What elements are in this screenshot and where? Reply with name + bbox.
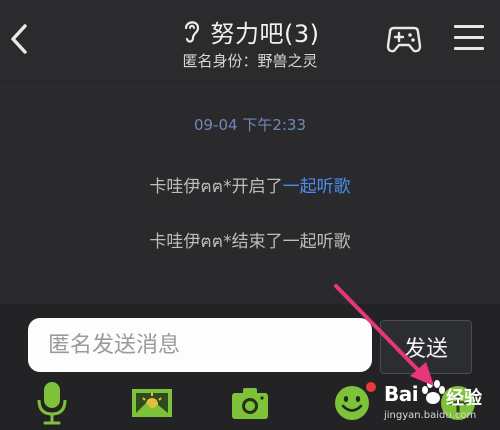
system-message: 卡哇伊ฅฅ*结束了一起听歌	[149, 232, 351, 252]
page-title: 努力吧(3)	[210, 19, 320, 48]
watermark-suffix: 经验	[446, 388, 482, 409]
watermark-brand: Bai	[384, 382, 419, 406]
notification-badge	[366, 382, 376, 392]
paw-icon	[422, 380, 445, 404]
picture-icon	[132, 389, 172, 417]
chat-area[interactable]: 09-04 下午2:33 卡哇伊ฅฅ*开启了一起听歌 卡哇伊ฅฅ*结束了一起听歌	[0, 82, 500, 304]
camera-icon	[232, 388, 268, 419]
hamburger-menu-icon	[454, 25, 484, 28]
send-button[interactable]: 发送	[380, 320, 472, 374]
chevron-left-icon	[11, 24, 27, 54]
system-message: 卡哇伊ฅฅ*开启了一起听歌	[0, 172, 500, 200]
menu-button[interactable]	[454, 25, 484, 53]
ear-icon	[184, 21, 199, 43]
back-button[interactable]	[8, 22, 30, 56]
message-timestamp: 09-04 下午2:33	[193, 116, 307, 134]
camera-button[interactable]	[226, 380, 274, 426]
title-block: 努力吧(3) 匿名身份：野兽之灵	[120, 14, 380, 71]
anonymous-identity: 匿名身份：野兽之灵	[182, 52, 318, 70]
picture-button[interactable]	[128, 380, 176, 426]
watermark-url: jingyan.baidu.com	[384, 410, 477, 421]
composer-bar: 发送	[0, 304, 500, 376]
gamepad-icon	[386, 26, 422, 53]
message-input[interactable]	[28, 318, 372, 372]
microphone-icon	[37, 382, 67, 425]
chat-header: 努力吧(3) 匿名身份：野兽之灵	[0, 0, 500, 82]
baidu-watermark: Bai 经验 jingyan.baidu.com	[384, 378, 500, 430]
microphone-button[interactable]	[30, 380, 74, 426]
game-button[interactable]	[384, 22, 424, 56]
listen-together-link[interactable]: 一起听歌	[283, 177, 351, 197]
system-message-text: 卡哇伊ฅฅ*开启了	[149, 177, 283, 197]
